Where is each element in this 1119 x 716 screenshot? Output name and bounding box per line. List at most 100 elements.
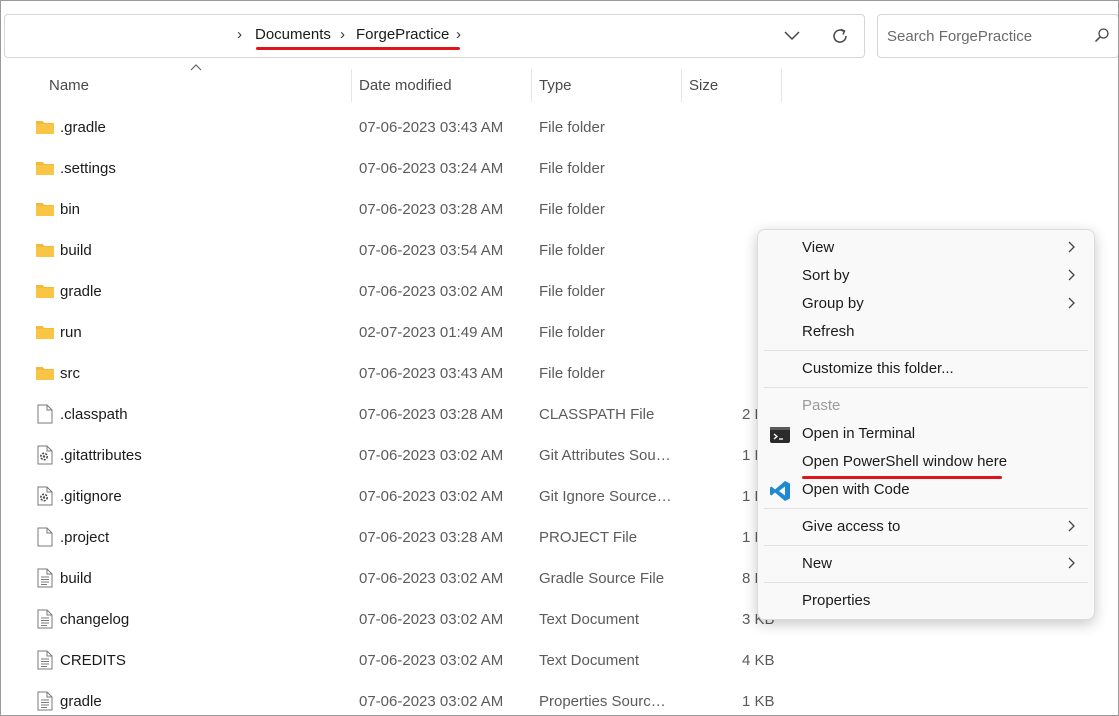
context-menu: View Sort by Group by Refresh Customize … <box>757 229 1095 620</box>
file-size: 4 KB <box>742 652 775 669</box>
file-date-modified: 02-07-2023 01:49 AM <box>359 324 504 341</box>
file-date-modified: 07-06-2023 03:28 AM <box>359 406 504 423</box>
file-name: gradle <box>60 283 102 300</box>
file-type: CLASSPATH File <box>539 406 655 423</box>
file-type: File folder <box>539 365 605 382</box>
file-date-modified: 07-06-2023 03:02 AM <box>359 447 504 464</box>
breadcrumb-forgepractice[interactable]: ForgePractice <box>356 26 449 43</box>
search-box[interactable]: Search ForgePractice <box>877 14 1118 58</box>
address-bar[interactable]: › Documents › ForgePractice › <box>4 14 865 58</box>
menu-item-open-terminal[interactable]: Open in Terminal <box>758 420 1094 448</box>
menu-item-label: Sort by <box>802 267 850 284</box>
breadcrumb-separator-icon[interactable]: › <box>340 26 345 43</box>
vscode-icon <box>770 481 790 501</box>
column-header-date[interactable]: Date modified <box>359 77 452 94</box>
column-divider[interactable] <box>681 69 682 102</box>
file-type: Gradle Source File <box>539 570 665 587</box>
file-row[interactable]: CREDITS 07-06-2023 03:02 AM Text Document 4… <box>1 640 1118 681</box>
file-type: File folder <box>539 242 605 259</box>
menu-item-label: Open in Terminal <box>802 425 916 442</box>
file-type: PROJECT File <box>539 529 638 546</box>
breadcrumb-separator-icon[interactable]: › <box>456 26 461 43</box>
terminal-icon <box>770 427 790 443</box>
file-name: .gitattributes <box>60 447 142 464</box>
file-date-modified: 07-06-2023 03:43 AM <box>359 119 504 136</box>
file-date-modified: 07-06-2023 03:24 AM <box>359 160 504 177</box>
menu-separator <box>764 545 1088 546</box>
file-row[interactable]: .gradle 07-06-2023 03:43 AM File folder <box>1 107 1118 148</box>
menu-separator <box>764 350 1088 351</box>
file-name: .project <box>60 529 110 546</box>
chevron-right-icon <box>1068 520 1075 532</box>
search-input[interactable]: Search ForgePractice <box>887 28 1032 45</box>
menu-item-label: Refresh <box>802 323 855 340</box>
breadcrumb-separator-icon[interactable]: › <box>237 26 242 43</box>
file-type: File folder <box>539 283 605 300</box>
menu-item-properties[interactable]: Properties <box>758 587 1094 615</box>
file-name: .settings <box>60 160 116 177</box>
column-header-name[interactable]: Name <box>49 77 89 94</box>
file-name: bin <box>60 201 81 218</box>
refresh-icon <box>833 28 847 43</box>
column-divider[interactable] <box>351 69 352 102</box>
column-divider[interactable] <box>781 69 782 102</box>
menu-separator <box>764 508 1088 509</box>
file-name: build <box>60 570 92 587</box>
file-name: changelog <box>60 611 130 628</box>
blank-file-icon <box>35 404 55 424</box>
file-name: .gitignore <box>60 488 122 505</box>
folder-icon <box>35 199 55 219</box>
file-date-modified: 07-06-2023 03:02 AM <box>359 488 504 505</box>
menu-item-label: View <box>802 239 835 256</box>
file-row[interactable]: .settings 07-06-2023 03:24 AM File folder <box>1 148 1118 189</box>
menu-item-give-access[interactable]: Give access to <box>758 513 1094 541</box>
menu-item-refresh[interactable]: Refresh <box>758 318 1094 346</box>
chevron-right-icon <box>1068 557 1075 569</box>
file-row[interactable]: bin 07-06-2023 03:28 AM File folder <box>1 189 1118 230</box>
menu-item-paste: Paste <box>758 392 1094 420</box>
menu-item-customize-folder[interactable]: Customize this folder... <box>758 355 1094 383</box>
menu-item-open-with-code[interactable]: Open with Code <box>758 476 1094 504</box>
address-history-button[interactable] <box>781 25 803 47</box>
menu-item-label: New <box>802 555 833 572</box>
menu-item-view[interactable]: View <box>758 234 1094 262</box>
file-date-modified: 07-06-2023 03:28 AM <box>359 529 504 546</box>
chevron-right-icon <box>1068 297 1075 309</box>
file-name: src <box>60 365 80 382</box>
menu-separator <box>764 387 1088 388</box>
file-type: Text Document <box>539 652 640 669</box>
menu-item-open-powershell[interactable]: Open PowerShell window here <box>758 448 1094 476</box>
folder-icon <box>35 322 55 342</box>
menu-item-label: Open with Code <box>802 481 910 498</box>
chevron-down-icon <box>784 31 800 41</box>
file-name: CREDITS <box>60 652 126 669</box>
text-file-icon <box>35 650 55 670</box>
menu-item-label: Customize this folder... <box>802 360 954 377</box>
file-row[interactable]: gradle 07-06-2023 03:02 AM Properties Sour… <box>1 681 1118 715</box>
folder-icon <box>35 158 55 178</box>
column-header-size[interactable]: Size <box>689 77 718 94</box>
column-divider[interactable] <box>531 69 532 102</box>
file-type: Text Document <box>539 611 640 628</box>
sort-ascending-icon <box>190 64 202 71</box>
file-date-modified: 07-06-2023 03:43 AM <box>359 365 504 382</box>
menu-separator <box>764 582 1088 583</box>
file-type: File folder <box>539 324 605 341</box>
search-icon[interactable] <box>1094 27 1110 43</box>
breadcrumb-documents[interactable]: Documents <box>255 26 331 43</box>
file-date-modified: 07-06-2023 03:02 AM <box>359 693 504 710</box>
menu-item-sort-by[interactable]: Sort by <box>758 262 1094 290</box>
settings-file-icon <box>35 486 55 506</box>
file-type: File folder <box>539 119 605 136</box>
menu-item-new[interactable]: New <box>758 550 1094 578</box>
column-header-type[interactable]: Type <box>539 77 572 94</box>
refresh-button[interactable] <box>829 25 851 47</box>
text-file-icon <box>35 609 55 629</box>
menu-item-group-by[interactable]: Group by <box>758 290 1094 318</box>
menu-item-label: Group by <box>802 295 864 312</box>
folder-icon <box>35 363 55 383</box>
file-explorer-window: › Documents › ForgePractice › Search For… <box>0 0 1119 716</box>
menu-item-label: Open PowerShell window here <box>802 453 1008 470</box>
file-date-modified: 07-06-2023 03:02 AM <box>359 283 504 300</box>
chevron-right-icon <box>1068 269 1075 281</box>
